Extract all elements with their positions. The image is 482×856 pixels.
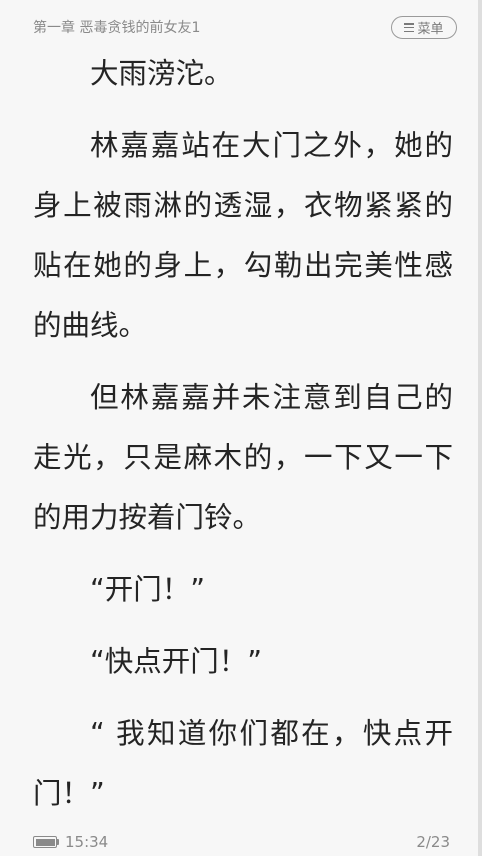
hamburger-icon	[404, 23, 415, 32]
paragraph: 大雨滂沱。	[90, 57, 233, 90]
battery-icon	[33, 836, 57, 848]
paragraph: 但林嘉嘉并未注意到自己的走光，只是麻木的，一下又一下的用力按着门铃。	[33, 381, 453, 534]
paragraph: “快点开门！”	[90, 645, 263, 678]
paragraph: “ 我知道你们都在，快点开门！”	[33, 717, 453, 810]
paragraph: 林嘉嘉站在大门之外，她的身上被雨淋的透湿，衣物紧紧的贴在她的身上，勾勒出完美性感…	[33, 129, 453, 342]
chapter-title: 第一章 恶毒贪钱的前女友1	[33, 20, 201, 36]
menu-button[interactable]: 菜单	[391, 16, 457, 39]
reader-header: 第一章 恶毒贪钱的前女友1 菜单	[0, 0, 478, 44]
page-number: 2/23	[416, 833, 450, 851]
battery-level-fill	[35, 838, 55, 846]
page-edge	[478, 0, 482, 856]
paragraph: “开门！”	[90, 573, 206, 606]
battery-tip	[57, 839, 59, 845]
reader-footer: 15:34 2/23	[0, 828, 478, 856]
clock-time: 15:34	[65, 833, 109, 851]
reader-page[interactable]: 第一章 恶毒贪钱的前女友1 菜单 大雨滂沱。 林嘉嘉站在大门之外，她的身上被雨淋…	[0, 0, 482, 856]
chapter-content: 大雨滂沱。 林嘉嘉站在大门之外，她的身上被雨淋的透湿，衣物紧紧的贴在她的身上，勾…	[33, 44, 453, 836]
menu-button-label: 菜单	[417, 22, 444, 37]
